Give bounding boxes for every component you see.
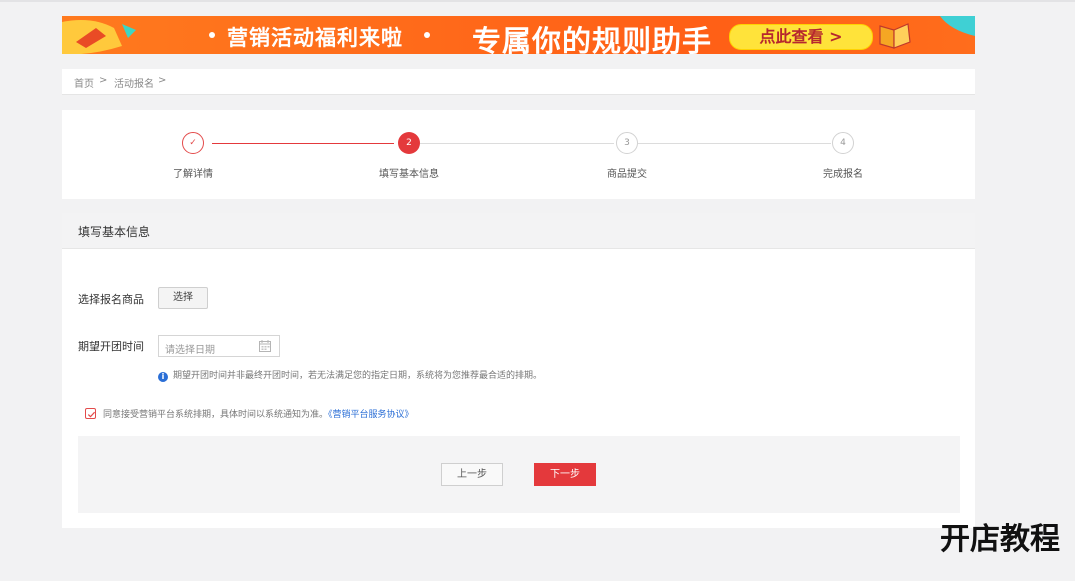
form-header: 填写基本信息 [62,213,975,249]
step-1-label: 了解详情 [173,169,213,180]
breadcrumb: 首页 > 活动报名 > [62,69,975,95]
step-2-indicator: 2 [398,132,420,154]
date-hint-text: 期望开团时间并非最终开团时间，若无法满足您的指定日期，系统将为您推荐最合适的排期… [173,371,543,381]
step-4-indicator: 4 [832,132,854,154]
step-line-1 [212,143,394,144]
book-icon [879,23,911,49]
calendar-icon[interactable] [259,340,271,352]
step-1-check-icon: ✓ [182,132,204,154]
agree-text: 同意接受营销平台系统排期，具体时间以系统通知为准。 [103,410,329,420]
banner-promo-text: 营销活动福利来啦 [227,26,403,50]
form-actions: 上一步 下一步 [78,436,960,513]
banner-cta-button[interactable]: 点此查看 > [729,24,873,50]
agree-checkbox[interactable] [85,408,96,419]
breadcrumb-home[interactable]: 首页 [74,75,94,90]
banner-dot-left [209,32,215,38]
date-picker-input[interactable]: 请选择日期 [158,335,280,357]
step-4-label: 完成报名 [823,169,863,180]
date-placeholder: 请选择日期 [165,345,215,356]
corner-decoration [940,16,975,36]
agreement-row: 同意接受营销平台系统排期，具体时间以系统通知为准。《营销平台服务协议》 [85,407,414,420]
select-product-button[interactable]: 选择 [158,287,208,309]
step-2-label: 填写基本信息 [379,169,439,180]
breadcrumb-activity[interactable]: 活动报名 [114,75,154,90]
next-step-button[interactable]: 下一步 [534,463,596,486]
date-label: 期望开团时间 [78,340,144,353]
top-border [0,0,1075,2]
form-title: 填写基本信息 [78,225,151,239]
banner-headline: 专属你的规则助手 [472,24,713,54]
banner-dot-right [424,32,430,38]
info-icon: i [158,372,168,382]
progress-steps: ✓ 2 3 4 了解详情 填写基本信息 商品提交 完成报名 [62,110,975,199]
checkmark-icon [87,411,96,418]
watermark-text: 开店教程 [940,522,1060,557]
product-label: 选择报名商品 [78,293,144,306]
prev-step-button[interactable]: 上一步 [441,463,503,486]
chevron-right-icon: > [99,75,108,86]
step-3-label: 商品提交 [607,169,647,180]
megaphone-icon [62,20,136,54]
step-3-indicator: 3 [616,132,638,154]
promo-banner[interactable]: 营销活动福利来啦 专属你的规则助手 点此查看 > [62,16,975,54]
step-line-2 [420,143,614,144]
date-hint: i 期望开团时间并非最终开团时间，若无法满足您的指定日期，系统将为您推荐最合适的排… [158,368,542,382]
chevron-right-icon: > [158,75,167,86]
basic-info-form: 填写基本信息 选择报名商品 选择 期望开团时间 请选择日期 i 期望开团时间并非最… [62,213,975,528]
step-line-3 [638,143,831,144]
service-agreement-link[interactable]: 《营销平台服务协议》 [328,410,414,420]
